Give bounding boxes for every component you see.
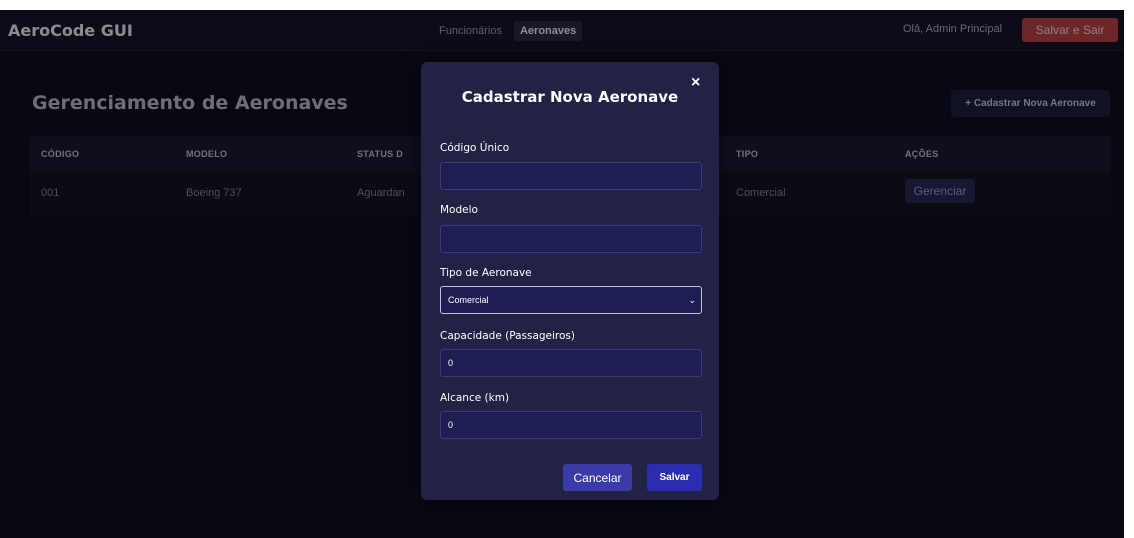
new-aircraft-modal: Cadastrar Nova Aeronave × Código Único M… bbox=[421, 62, 719, 500]
tipo-select-value: Comercial bbox=[448, 295, 489, 305]
cancel-button[interactable]: Cancelar bbox=[563, 464, 632, 491]
close-icon[interactable]: × bbox=[691, 74, 700, 92]
save-button[interactable]: Salvar bbox=[647, 464, 702, 491]
alcance-input[interactable] bbox=[440, 411, 702, 439]
modelo-input[interactable] bbox=[440, 225, 702, 253]
app-window: AeroCode GUI Funcionários Aeronaves Olá,… bbox=[0, 10, 1124, 538]
tipo-select[interactable]: Comercial ⌄ bbox=[440, 286, 702, 314]
capacidade-input[interactable] bbox=[440, 349, 702, 377]
tipo-label: Tipo de Aeronave bbox=[440, 267, 532, 279]
codigo-input[interactable] bbox=[440, 162, 702, 190]
capacidade-label: Capacidade (Passageiros) bbox=[440, 330, 576, 342]
alcance-label: Alcance (km) bbox=[440, 392, 510, 404]
codigo-label: Código Único bbox=[440, 142, 510, 154]
modelo-label: Modelo bbox=[440, 204, 478, 216]
modal-title: Cadastrar Nova Aeronave bbox=[461, 88, 679, 106]
chevron-down-icon: ⌄ bbox=[688, 295, 696, 305]
